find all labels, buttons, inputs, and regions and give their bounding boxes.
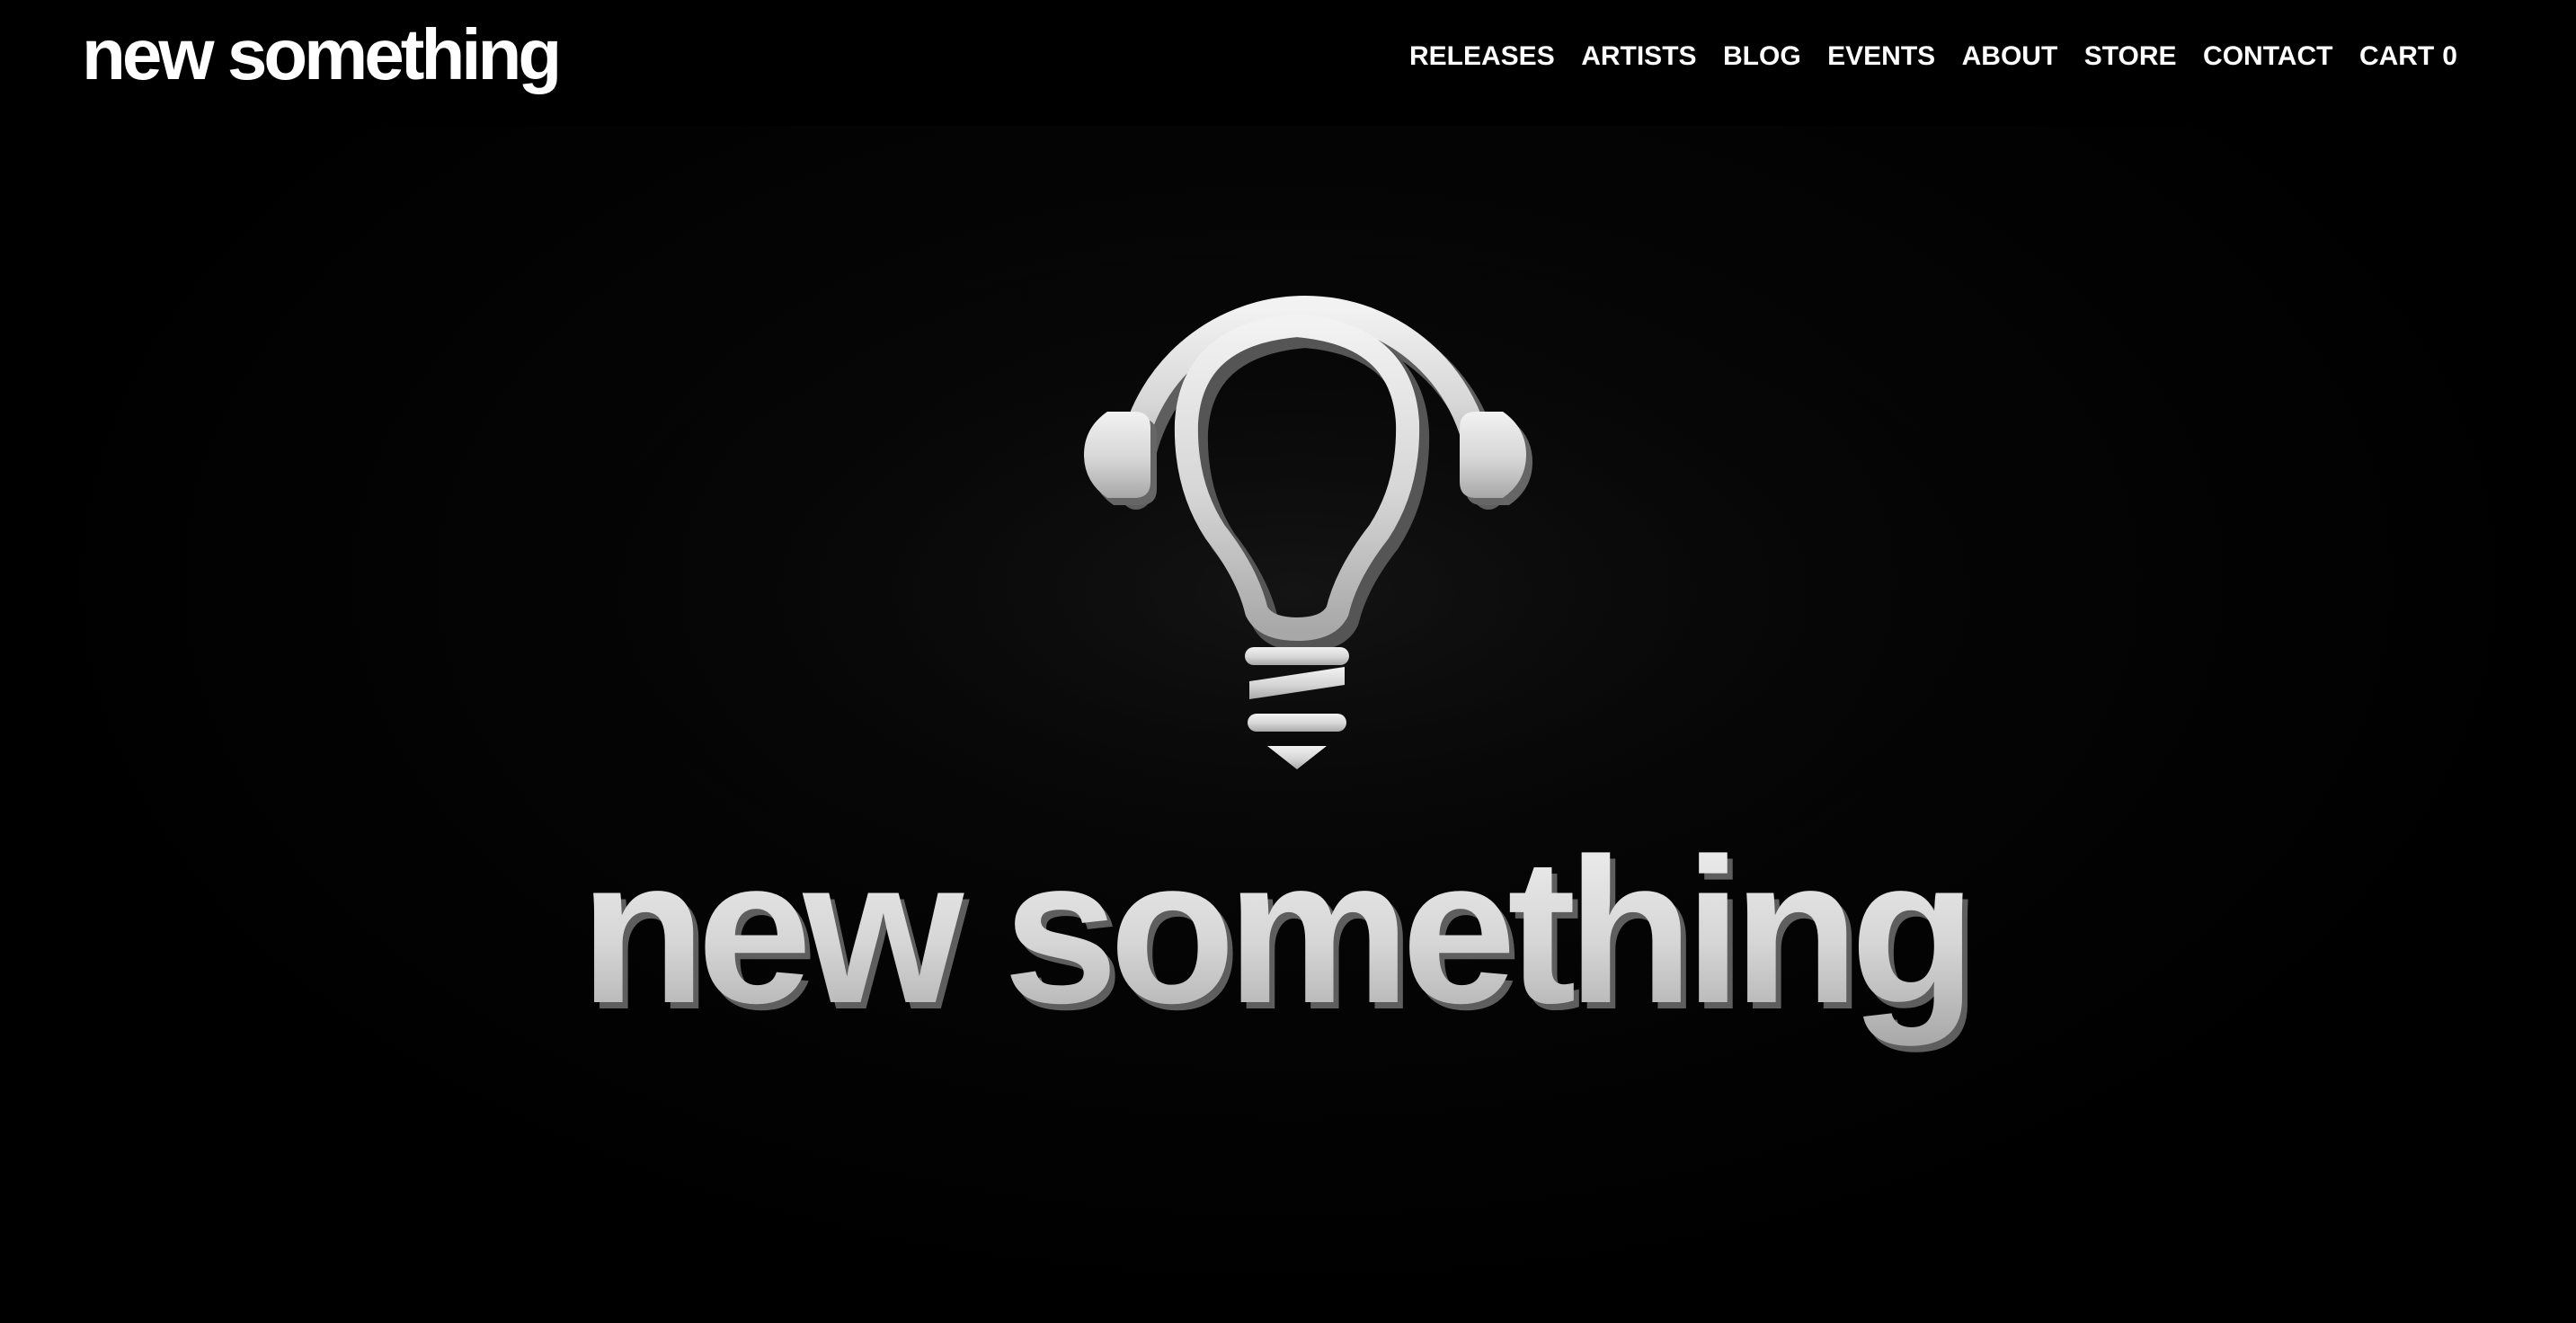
- cart-label: CART: [2358, 41, 2435, 71]
- nav-link-store[interactable]: STORE: [2084, 34, 2177, 79]
- nav-link-blog[interactable]: BLOG: [1723, 34, 1801, 79]
- site-header: new something RELEASES ARTISTS BLOG EVEN…: [0, 0, 2576, 126]
- nav-link-artists[interactable]: ARTISTS: [1581, 34, 1696, 79]
- nav-link-about[interactable]: ABOUT: [1962, 34, 2058, 79]
- nav-link-contact[interactable]: CONTACT: [2203, 34, 2332, 79]
- hero-section: new something new something: [0, 126, 2576, 1323]
- cart-count: 0: [2442, 41, 2457, 71]
- svg-text:new something: new something: [580, 815, 1968, 1046]
- hero-logo-graphic: new something new something: [485, 252, 2103, 1052]
- nav-link-events[interactable]: EVENTS: [1827, 34, 1935, 79]
- site-logo-link[interactable]: new something: [82, 5, 562, 104]
- nav-link-cart[interactable]: CART 0: [2359, 34, 2457, 79]
- hero-wordmark: new something new something: [580, 815, 1982, 1052]
- nav-link-releases[interactable]: RELEASES: [1409, 34, 1555, 79]
- main-nav: RELEASES ARTISTS BLOG EVENTS ABOUT STORE…: [1409, 34, 2457, 79]
